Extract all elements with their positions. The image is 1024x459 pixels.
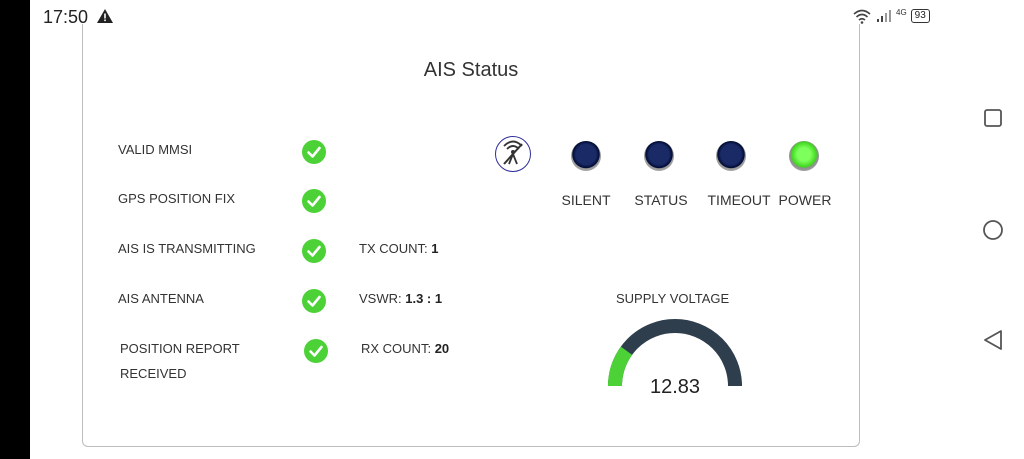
tx-count-value: 1	[431, 241, 439, 256]
vswr: VSWR: 1.3 : 1	[359, 291, 442, 306]
vswr-value: 1.3 : 1	[405, 291, 443, 306]
wifi-icon	[853, 9, 871, 24]
label-ais-is-transmitting: AIS IS TRANSMITTING	[118, 241, 256, 256]
check-circle-icon	[304, 339, 328, 363]
battery-icon: 93	[910, 9, 930, 23]
back-triangle-icon[interactable]	[978, 328, 1008, 352]
home-circle-icon[interactable]	[978, 218, 1008, 242]
check-circle-icon	[302, 289, 326, 313]
check-circle-icon	[302, 189, 326, 213]
label-status: STATUS	[634, 192, 688, 208]
system-icons: 4G 93	[852, 8, 930, 24]
rx-count: RX COUNT: 20	[361, 341, 449, 356]
tx-count-label: TX COUNT:	[359, 241, 428, 256]
label-gps-position-fix: GPS POSITION FIX	[118, 191, 236, 206]
check-circle-icon	[302, 239, 326, 263]
label-power: POWER	[778, 192, 832, 208]
led-timeout	[716, 141, 746, 171]
recents-square-icon[interactable]	[978, 107, 1008, 131]
supply-voltage-label: SUPPLY VOLTAGE	[616, 291, 730, 306]
label-silent: SILENT	[561, 192, 611, 208]
left-edge-bar	[0, 0, 30, 459]
label-ais-antenna: AIS ANTENNA	[118, 291, 204, 306]
label-received: RECEIVED	[120, 366, 187, 381]
page-title: AIS Status	[423, 59, 519, 81]
rx-count-label: RX COUNT:	[361, 341, 432, 356]
vswr-label: VSWR:	[359, 291, 402, 306]
rx-count-value: 20	[434, 341, 450, 356]
led-silent	[571, 141, 601, 171]
supply-voltage-value: 12.83	[649, 376, 701, 398]
led-power	[789, 141, 819, 171]
ais-status-card: AIS Status VALID MMSI GPS POSITION FIX A…	[82, 24, 860, 447]
signal-icon	[877, 10, 891, 22]
label-valid-mmsi: VALID MMSI	[118, 142, 193, 157]
network-type: 4G	[896, 7, 907, 17]
warning-icon	[97, 9, 113, 23]
tx-count: TX COUNT: 1	[359, 241, 438, 256]
check-circle-icon	[302, 140, 326, 164]
led-status	[644, 141, 674, 171]
antenna-off-icon	[503, 140, 523, 165]
antenna-toggle-button[interactable]	[495, 136, 531, 172]
label-position-report: POSITION REPORT	[120, 341, 240, 356]
